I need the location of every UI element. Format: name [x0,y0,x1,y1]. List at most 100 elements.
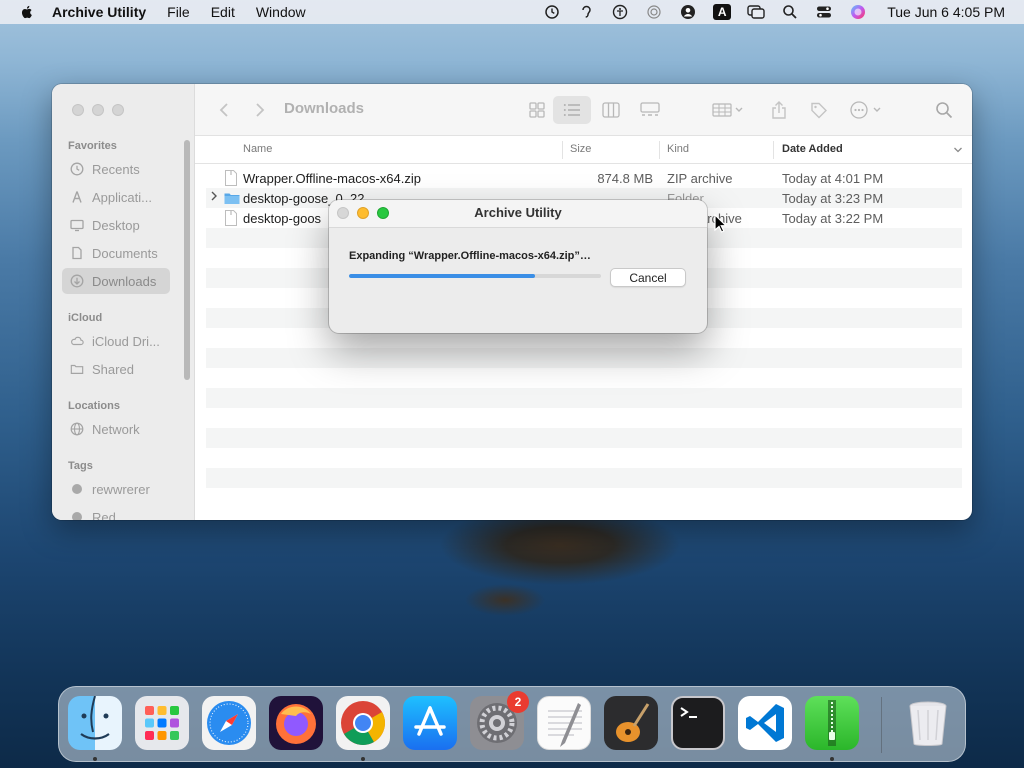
column-header-date-added[interactable]: Date Added [782,143,843,155]
file-list-header: Name Size Kind Date Added [195,136,972,164]
column-divider[interactable] [562,141,563,159]
app-store-icon[interactable] [403,696,457,750]
tag-dot-icon [72,484,82,494]
tag-icon[interactable] [805,96,833,124]
terminal-icon[interactable] [671,696,725,750]
disclosure-chevron-right-icon[interactable] [210,191,218,204]
back-button[interactable] [215,100,233,120]
more-actions-icon[interactable] [847,97,889,123]
file-date-added: Today at 4:01 PM [782,171,884,186]
sidebar-item-icloud-drive[interactable]: iCloud Dri... [62,328,170,354]
user-account-icon[interactable] [679,3,697,21]
zoom-button[interactable] [112,104,124,116]
menu-clock[interactable]: Tue Jun 6 4:05 PM [887,4,1005,20]
sidebar-section-favorites: Favorites [68,140,117,152]
table-row[interactable]: Wrapper.Offline-macos-x64.zip 874.8 MB Z… [206,168,962,188]
minimize-button[interactable] [92,104,104,116]
time-machine-icon[interactable] [543,3,561,21]
sidebar-section-tags: Tags [68,460,93,472]
control-center-icon[interactable] [815,3,833,21]
empty-row [206,388,962,408]
cancel-button[interactable]: Cancel [610,268,686,287]
desktop-icon [70,218,84,232]
safari-icon[interactable] [202,696,256,750]
column-header-size[interactable]: Size [570,143,591,155]
sidebar-item-desktop[interactable]: Desktop [62,212,170,238]
empty-row [206,408,962,428]
share-icon[interactable] [765,96,793,124]
apple-logo-icon[interactable] [19,4,35,20]
textedit-icon[interactable] [537,696,591,750]
sidebar-item-shared[interactable]: Shared [62,356,170,382]
sidebar-scrollbar[interactable] [184,140,190,380]
finder-icon[interactable] [68,696,122,750]
sort-chevron-down-icon[interactable] [953,145,963,157]
sidebar-tag-red[interactable]: Red [62,504,170,520]
siri-icon[interactable] [849,3,867,21]
menu-edit[interactable]: Edit [211,4,235,20]
empty-row [206,368,962,388]
file-size: 874.8 MB [597,171,653,186]
column-header-name[interactable]: Name [243,143,272,155]
close-button[interactable] [72,104,84,116]
gallery-view-button[interactable] [633,97,667,123]
clock-icon [70,162,84,176]
window-controls [72,104,124,116]
menu-window[interactable]: Window [256,4,306,20]
sidebar-item-applications[interactable]: Applicati... [62,184,170,210]
group-by-button[interactable] [707,97,749,123]
finder-sidebar: Favorites Recents Applicati... Desktop D… [52,84,195,520]
sidebar-item-recents[interactable]: Recents [62,156,170,182]
forward-button[interactable] [251,100,269,120]
column-divider[interactable] [773,141,774,159]
sidebar-item-documents[interactable]: Documents [62,240,170,266]
running-indicator [361,757,365,761]
trash-icon[interactable] [901,696,955,750]
sidebar-tag-rewwrerer[interactable]: rewwrerer [62,476,170,502]
dialog-titlebar[interactable]: Archive Utility [329,200,707,228]
download-icon [70,274,84,288]
menu-bar: Archive Utility File Edit Window A Tue J… [0,0,1024,24]
garageband-icon[interactable] [604,696,658,750]
applications-icon [70,190,84,204]
sidebar-section-icloud: iCloud [68,312,103,324]
zip-file-icon [224,170,238,186]
network-globe-icon [70,422,84,436]
dock: 2 [58,686,966,762]
search-icon[interactable] [931,98,957,122]
column-view-button[interactable] [595,97,627,123]
expanding-message: Expanding “Wrapper.Offline-macos-x64.zip… [349,250,591,262]
chrome-icon[interactable] [336,696,390,750]
file-name: Wrapper.Offline-macos-x64.zip [243,171,421,186]
menu-app-name[interactable]: Archive Utility [52,4,146,20]
vscode-icon[interactable] [738,696,792,750]
sidebar-section-locations: Locations [68,400,120,412]
archive-utility-dialog: Archive Utility Expanding “Wrapper.Offli… [329,200,707,333]
empty-row [206,488,962,508]
menu-file[interactable]: File [167,4,190,20]
launchpad-icon[interactable] [135,696,189,750]
column-divider[interactable] [659,141,660,159]
sidebar-item-network[interactable]: Network [62,416,170,442]
mouse-cursor-icon [714,214,728,233]
accessibility-icon[interactable] [611,3,629,21]
input-source-icon[interactable]: A [713,3,732,21]
file-date-added: Today at 3:22 PM [782,211,884,226]
sidebar-item-downloads[interactable]: Downloads [62,268,170,294]
firefox-icon[interactable] [269,696,323,750]
hearing-icon[interactable] [577,3,595,21]
column-header-kind[interactable]: Kind [667,143,689,155]
spotlight-search-icon[interactable] [781,3,799,21]
sidebar-item-label: Recents [92,161,140,177]
tag-dot-icon [72,512,82,520]
sidebar-item-label: Red [92,509,116,521]
icon-view-button[interactable] [521,97,553,123]
empty-row [206,468,962,488]
file-date-added: Today at 3:23 PM [782,191,884,206]
screen-mirroring-icon[interactable] [747,3,765,21]
input-source-badge: A [713,4,732,20]
list-view-button[interactable] [553,96,591,124]
airdrop-icon[interactable] [645,3,663,21]
zip-file-icon [224,210,238,226]
archive-utility-icon[interactable] [805,696,859,750]
